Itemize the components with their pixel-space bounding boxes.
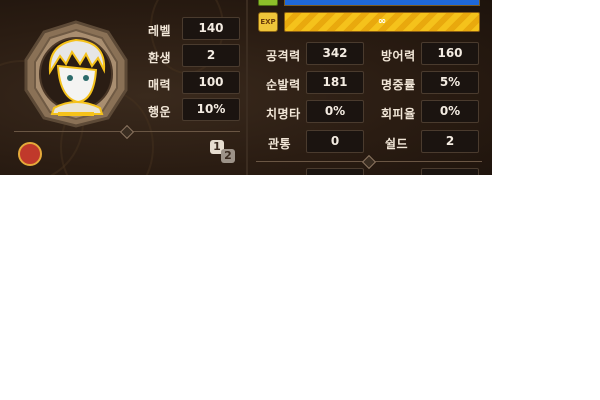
- crit-label: 치명타: [266, 107, 301, 121]
- exp-bar: ∞: [284, 12, 480, 32]
- top-frame-decoration: [120, 0, 180, 7]
- next-row-box: [306, 168, 364, 175]
- defense-value: 160: [421, 42, 479, 65]
- rebirth-value: 2: [182, 44, 240, 67]
- attack-label: 공격력: [266, 49, 301, 63]
- exp-value: ∞: [377, 16, 387, 27]
- character-portrait[interactable]: [22, 20, 130, 128]
- pierce-value: 0: [306, 130, 364, 153]
- character-stats-panel: 레벨 140 환생 2 매력 100 행운 10% 1 2 EXP ∞ 공격력 …: [0, 0, 492, 175]
- level-label: 레벨: [148, 24, 172, 38]
- crit-value: 0%: [306, 100, 364, 123]
- hp-bar: [284, 0, 480, 6]
- divider-gem: [361, 154, 377, 170]
- pierce-label: 관통: [268, 137, 292, 151]
- luck-value: 10%: [182, 98, 240, 121]
- level-value: 140: [182, 17, 240, 40]
- portrait-avatar: [24, 20, 128, 128]
- top-frame-decoration: [40, 0, 110, 7]
- evasion-label: 회피율: [381, 107, 416, 121]
- accuracy-value: 5%: [421, 71, 479, 94]
- page-total: 2: [221, 149, 235, 163]
- agility-value: 181: [306, 71, 364, 94]
- evasion-value: 0%: [421, 100, 479, 123]
- top-icon: [258, 0, 278, 6]
- shield-value: 2: [421, 130, 479, 153]
- page-switch-icon[interactable]: 1 2: [210, 140, 236, 164]
- exp-icon: EXP: [258, 12, 278, 32]
- charm-label: 매력: [148, 78, 172, 92]
- rebirth-label: 환생: [148, 51, 172, 65]
- agility-label: 순발력: [266, 78, 301, 92]
- luck-label: 행운: [148, 105, 172, 119]
- next-row-box: [421, 168, 479, 175]
- column-divider: [246, 0, 248, 175]
- charm-value: 100: [182, 71, 240, 94]
- defense-label: 방어력: [381, 49, 416, 63]
- guild-emblem-icon[interactable]: [18, 142, 42, 166]
- shield-label: 쉴드: [385, 137, 409, 151]
- accuracy-label: 명중률: [381, 78, 416, 92]
- attack-value: 342: [306, 42, 364, 65]
